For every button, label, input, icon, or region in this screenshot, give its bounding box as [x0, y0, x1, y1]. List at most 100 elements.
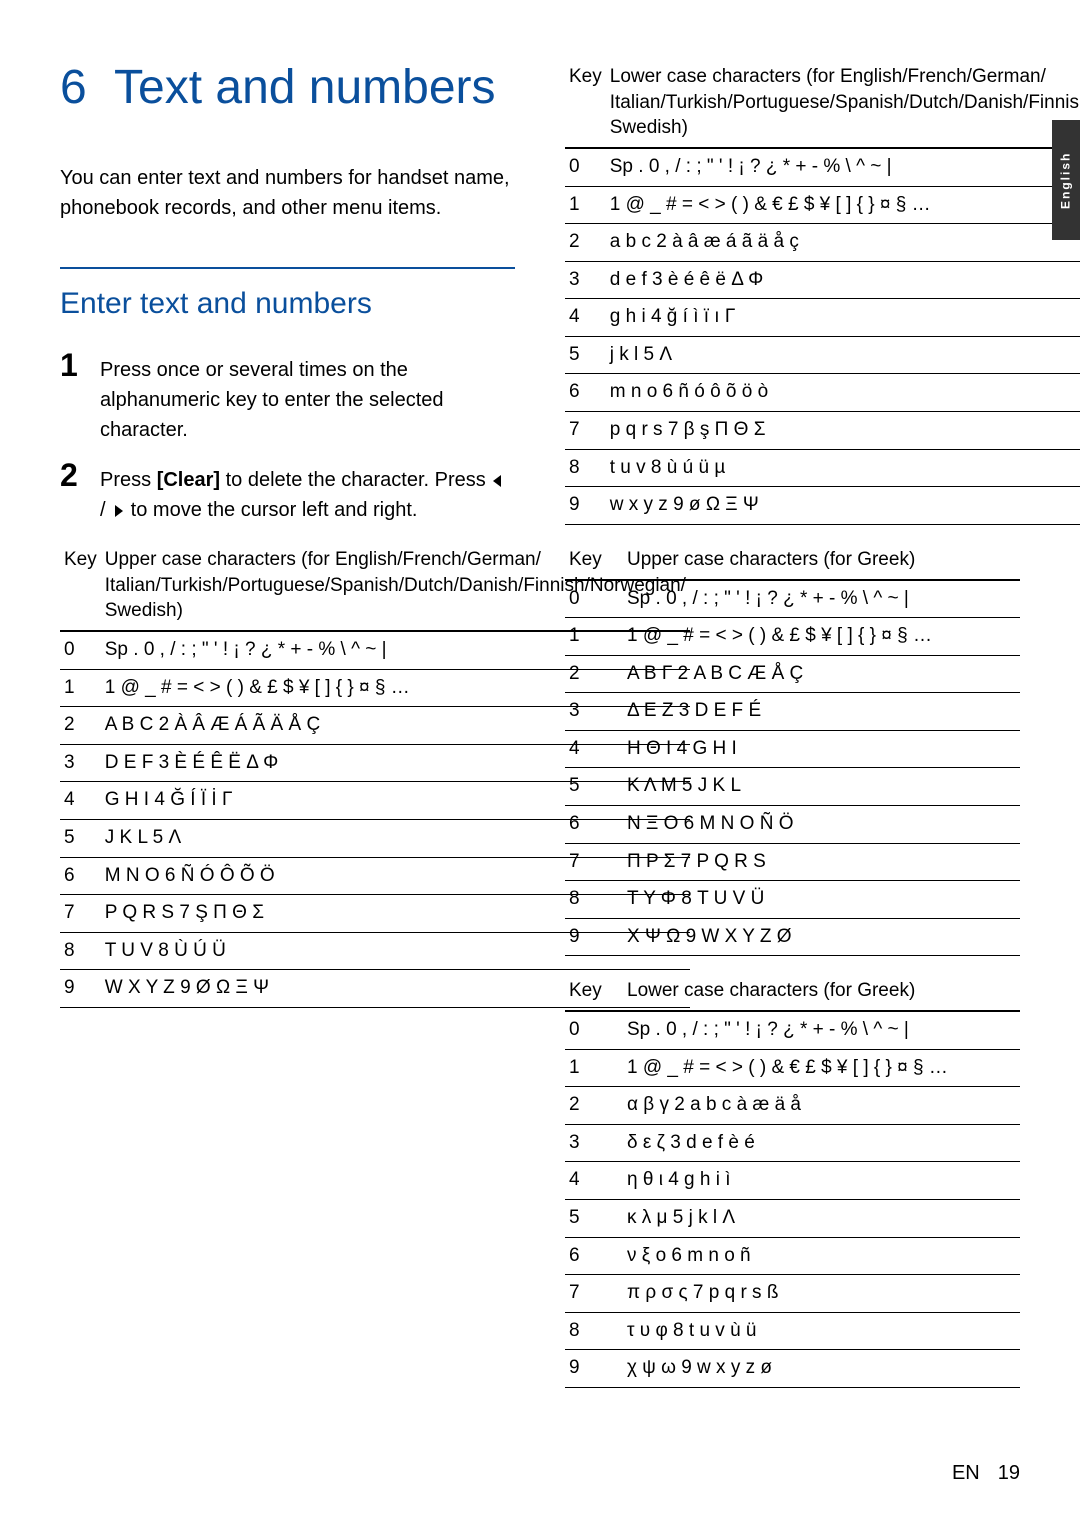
table-row: 6m n o 6 ñ ó ô õ ö ò — [565, 374, 1080, 412]
table-row: 11 @ _ # = < > ( ) & € £ $ ¥ [ ] { } ¤ §… — [565, 1049, 1020, 1087]
key-cell: 5 — [565, 336, 606, 374]
table-row: 4η θ ι 4 g h i ì — [565, 1162, 1020, 1200]
chapter-title: 6Text and numbers — [60, 60, 515, 115]
table-row: 9w x y z 9 ø Ω Ξ Ψ — [565, 487, 1080, 525]
value-cell: g h i 4 ğ í ì ï ı Γ — [606, 299, 1080, 337]
key-cell: 8 — [565, 881, 623, 919]
key-cell: 4 — [565, 299, 606, 337]
table-row: 0Sp . 0 , / : ; " ' ! ¡ ? ¿ * + - % \ ^ … — [565, 580, 1020, 618]
key-cell: 0 — [565, 148, 606, 186]
table-row: 3d e f 3 è é ê ë Δ Φ — [565, 261, 1080, 299]
table-upper-greek: Key Upper case characters (for Greek) 0S… — [565, 543, 1020, 957]
table-row: 8Τ Υ Φ 8 T U V Ü — [565, 881, 1020, 919]
table-row: 8τ υ φ 8 t u v ù ü — [565, 1312, 1020, 1350]
key-cell: 6 — [565, 1237, 623, 1275]
key-cell: 8 — [60, 932, 101, 970]
table-lower-euro: Key Lower case characters (for English/F… — [565, 60, 1080, 525]
table-header: Lower case characters (for Greek) — [623, 974, 1020, 1011]
key-cell: 4 — [565, 1162, 623, 1200]
value-cell: π ρ σ ς 7 p q r s ß — [623, 1275, 1020, 1313]
table-key-label: Key — [60, 543, 101, 631]
key-cell: 1 — [565, 618, 623, 656]
table-key-label: Key — [565, 543, 623, 580]
step-number: 1 — [60, 349, 100, 381]
value-cell: w x y z 9 ø Ω Ξ Ψ — [606, 487, 1080, 525]
table-row: 7p q r s 7 β ş Π Θ Σ — [565, 412, 1080, 450]
table-row: 5Κ Λ Μ 5 J K L — [565, 768, 1020, 806]
table-row: 4Η Θ Ι 4 G H I — [565, 730, 1020, 768]
key-cell: 0 — [60, 631, 101, 669]
value-cell: Ν Ξ Ο 6 M N O Ñ Ö — [623, 806, 1020, 844]
left-arrow-icon — [491, 469, 505, 491]
table-row: 6Ν Ξ Ο 6 M N O Ñ Ö — [565, 806, 1020, 844]
table-row: 8t u v 8 ù ú ü µ — [565, 449, 1080, 487]
table-row: 3δ ε ζ 3 d e f è é — [565, 1124, 1020, 1162]
key-cell: 3 — [565, 1124, 623, 1162]
key-cell: 1 — [60, 669, 101, 707]
value-cell: 1 @ _ # = < > ( ) & € £ $ ¥ [ ] { } ¤ § … — [606, 186, 1080, 224]
key-cell: 9 — [565, 1350, 623, 1388]
value-cell: η θ ι 4 g h i ì — [623, 1162, 1020, 1200]
clear-key-label: [Clear] — [157, 469, 220, 491]
value-cell: m n o 6 ñ ó ô õ ö ò — [606, 374, 1080, 412]
value-cell: j k l 5 Λ — [606, 336, 1080, 374]
table-header: Lower case characters (for English/Frenc… — [606, 60, 1080, 148]
value-cell: Π Ρ Σ 7 P Q R S — [623, 843, 1020, 881]
table-row: 3Δ Ε Ζ 3 D E F É — [565, 693, 1020, 731]
step2-text1: Press — [100, 469, 157, 491]
step-body: Press once or several times on the alpha… — [100, 349, 515, 445]
table-row: 7π ρ σ ς 7 p q r s ß — [565, 1275, 1020, 1313]
table-row: 0Sp . 0 , / : ; " ' ! ¡ ? ¿ * + - % \ ^ … — [565, 1011, 1020, 1049]
table-row: 4g h i 4 ğ í ì ï ı Γ — [565, 299, 1080, 337]
key-cell: 5 — [565, 1200, 623, 1238]
key-cell: 4 — [565, 730, 623, 768]
table-row: 2α β γ 2 a b c à æ ä å — [565, 1087, 1020, 1125]
value-cell: 1 @ _ # = < > ( ) & € £ $ ¥ [ ] { } ¤ § … — [623, 1049, 1020, 1087]
table-row: 11 @ _ # = < > ( ) & € £ $ ¥ [ ] { } ¤ §… — [565, 186, 1080, 224]
right-column: Key Lower case characters (for English/F… — [565, 60, 1020, 1398]
value-cell: t u v 8 ù ú ü µ — [606, 449, 1080, 487]
key-cell: 3 — [565, 261, 606, 299]
step2-text3: / — [100, 499, 111, 521]
table-row: 5j k l 5 Λ — [565, 336, 1080, 374]
table-row: 6ν ξ ο 6 m n o ñ — [565, 1237, 1020, 1275]
value-cell: Sp . 0 , / : ; " ' ! ¡ ? ¿ * + - % \ ^ ~… — [623, 1011, 1020, 1049]
right-arrow-icon — [111, 499, 125, 521]
footer-lang: EN — [952, 1462, 980, 1484]
key-cell: 8 — [565, 449, 606, 487]
table-body: 0Sp . 0 , / : ; " ' ! ¡ ? ¿ * + - % \ ^ … — [565, 580, 1020, 956]
table-row: 9Χ Ψ Ω 9 W X Y Z Ø — [565, 918, 1020, 956]
key-cell: 5 — [60, 820, 101, 858]
key-cell: 2 — [565, 224, 606, 262]
left-column: 6Text and numbers You can enter text and… — [60, 60, 515, 1398]
key-cell: 5 — [565, 768, 623, 806]
key-cell: 9 — [60, 970, 101, 1008]
value-cell: Τ Υ Φ 8 T U V Ü — [623, 881, 1020, 919]
value-cell: Κ Λ Μ 5 J K L — [623, 768, 1020, 806]
key-cell: 7 — [565, 843, 623, 881]
key-cell: 9 — [565, 918, 623, 956]
section-title: Enter text and numbers — [60, 283, 515, 325]
value-cell: Α Β Γ 2 A B C Æ Å Ç — [623, 655, 1020, 693]
key-cell: 6 — [60, 857, 101, 895]
step2-text4: to move the cursor left and right. — [125, 499, 417, 521]
table-body: 0Sp . 0 , / : ; " ' ! ¡ ? ¿ * + - % \ ^ … — [565, 148, 1080, 524]
footer-page: 19 — [998, 1462, 1020, 1484]
value-cell: Sp . 0 , / : ; " ' ! ¡ ? ¿ * + - % \ ^ ~… — [606, 148, 1080, 186]
value-cell: Η Θ Ι 4 G H I — [623, 730, 1020, 768]
table-row: 7Π Ρ Σ 7 P Q R S — [565, 843, 1020, 881]
table-header: Upper case characters (for Greek) — [623, 543, 1020, 580]
language-tab: English — [1052, 120, 1080, 240]
key-cell: 3 — [565, 693, 623, 731]
value-cell: τ υ φ 8 t u v ù ü — [623, 1312, 1020, 1350]
value-cell: α β γ 2 a b c à æ ä å — [623, 1087, 1020, 1125]
table-row: 0Sp . 0 , / : ; " ' ! ¡ ? ¿ * + - % \ ^ … — [565, 148, 1080, 186]
key-cell: 3 — [60, 744, 101, 782]
value-cell: 1 @ _ # = < > ( ) & £ $ ¥ [ ] { } ¤ § … — [623, 618, 1020, 656]
step-1: 1 Press once or several times on the alp… — [60, 349, 515, 445]
value-cell: δ ε ζ 3 d e f è é — [623, 1124, 1020, 1162]
key-cell: 0 — [565, 1011, 623, 1049]
key-cell: 2 — [565, 655, 623, 693]
table-row: 5κ λ μ 5 j k l Λ — [565, 1200, 1020, 1238]
step-2: 2 Press [Clear] to delete the character.… — [60, 459, 515, 525]
